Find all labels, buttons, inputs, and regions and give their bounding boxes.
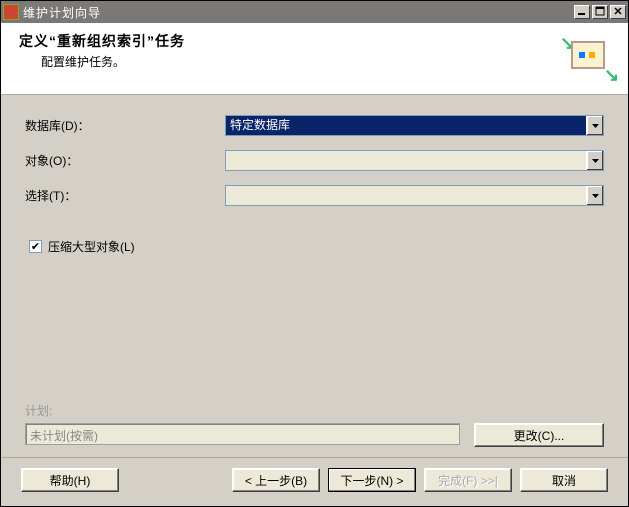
titlebar: 维护计划向导 [1, 1, 628, 23]
page-subtitle: 配置维护任务。 [41, 53, 566, 70]
close-button[interactable] [610, 5, 626, 19]
compress-lob-label: 压缩大型对象(L) [48, 238, 135, 255]
finish-button: 完成(F) >>| [424, 468, 512, 492]
cancel-button[interactable]: 取消 [520, 468, 608, 492]
next-button[interactable]: 下一步(N) > [328, 468, 416, 492]
object-label: 对象(O)： [25, 152, 225, 169]
select-label: 选择(T)： [25, 187, 225, 204]
database-label: 数据库(D)： [25, 117, 225, 134]
compress-lob-checkbox[interactable]: ✔ [29, 240, 42, 253]
dropdown-arrow-icon [586, 116, 603, 135]
change-schedule-button[interactable]: 更改(C)... [474, 423, 604, 447]
help-button[interactable]: 帮助(H) [21, 468, 119, 492]
selection-select-value [226, 186, 586, 205]
page-title: 定义“重新组织索引”任务 [19, 31, 566, 51]
schedule-label: 计划: [25, 402, 604, 419]
dropdown-arrow-icon [586, 186, 603, 205]
schedule-input: 未计划(按需) [25, 423, 460, 445]
wizard-footer: 帮助(H) < 上一步(B) 下一步(N) > 完成(F) >>| 取消 [1, 457, 628, 506]
back-button[interactable]: < 上一步(B) [232, 468, 320, 492]
database-select-value: 特定数据库 [226, 116, 586, 135]
object-select[interactable] [225, 150, 604, 171]
wizard-header: 定义“重新组织索引”任务 配置维护任务。 ↘ ↘ [1, 23, 628, 95]
wizard-icon: ↘ ↘ [566, 35, 614, 83]
app-icon [3, 4, 19, 20]
check-icon: ✔ [31, 242, 40, 252]
database-select[interactable]: 特定数据库 [225, 115, 604, 136]
dropdown-arrow-icon [586, 151, 603, 170]
maximize-button[interactable] [592, 5, 608, 19]
window-title: 维护计划向导 [23, 4, 574, 21]
minimize-button[interactable] [574, 5, 590, 19]
selection-select[interactable] [225, 185, 604, 206]
object-select-value [226, 151, 586, 170]
